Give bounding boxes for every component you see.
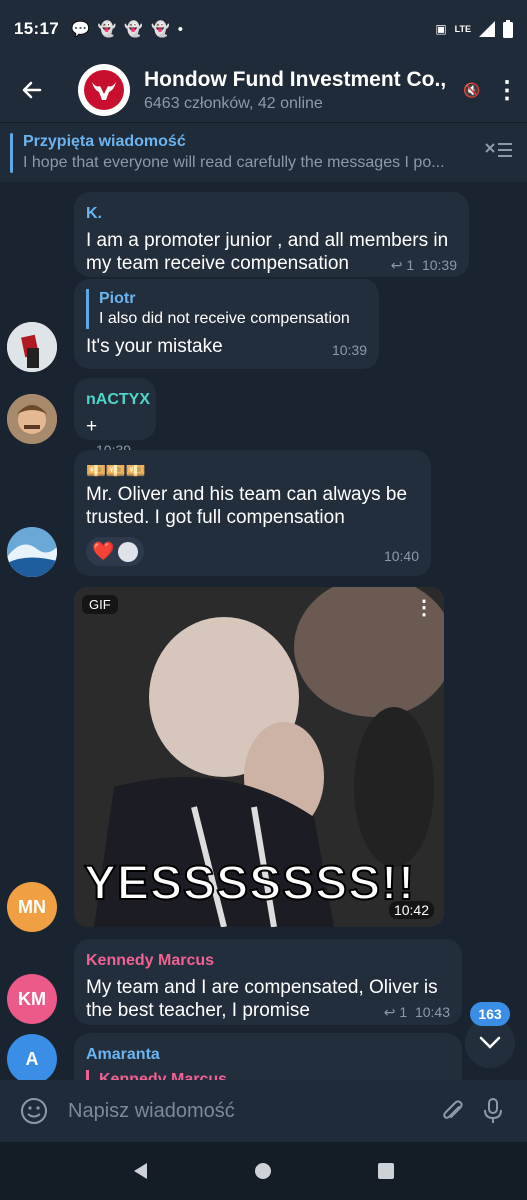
back-arrow-icon[interactable] <box>0 58 64 122</box>
message-bubble[interactable]: K. I am a promoter junior , and all memb… <box>74 192 469 277</box>
message-meta: ↩ 1 10:39 <box>390 257 457 273</box>
pinned-text: Przypięta wiadomość I hope that everyone… <box>23 133 471 172</box>
pinned-title: Przypięta wiadomość <box>23 133 186 150</box>
header-text[interactable]: Hondow Fund Investment Co., 6463 członkó… <box>144 68 457 113</box>
avatar[interactable] <box>7 394 57 444</box>
chat-messages[interactable]: K. I am a promoter junior , and all memb… <box>0 182 527 1080</box>
gif-caption: YESSSSSSS!! <box>83 856 416 911</box>
message-time: 10:39 <box>331 342 367 358</box>
message-text: My team and I are compensated, Oliver is… <box>86 976 450 1022</box>
more-menu-icon[interactable]: ⋮ <box>487 70 527 110</box>
gif-badge: GIF <box>82 595 118 614</box>
message-sender[interactable]: Amaranta <box>86 1043 450 1066</box>
reply-text: I also did not receive compensation <box>99 310 350 327</box>
message-sender[interactable]: nACTYX <box>86 388 150 411</box>
message-text: I am a promoter junior , and all members… <box>86 229 457 275</box>
message-input-bar: Napisz wiadomość <box>0 1080 527 1142</box>
nfc-icon: ▣ <box>435 22 447 36</box>
nav-back-icon[interactable] <box>121 1151 161 1191</box>
chevron-down-icon <box>479 1036 501 1049</box>
avatar[interactable] <box>7 527 57 577</box>
pinned-message[interactable]: Przypięta wiadomość I hope that everyone… <box>0 122 527 182</box>
heart-reaction-icon: ❤️ <box>92 541 115 561</box>
group-avatar[interactable] <box>78 64 130 116</box>
money-emoji: 💴💴💴 <box>86 463 146 480</box>
emoji-icon[interactable] <box>14 1091 54 1131</box>
mute-icon: 🔇 <box>463 81 481 98</box>
group-member-count: 6463 członków, 42 online <box>144 94 323 112</box>
attach-icon[interactable] <box>433 1091 473 1131</box>
reply-quote[interactable]: Piotr I also did not receive compensatio… <box>86 289 367 329</box>
battery-icon <box>503 20 513 38</box>
reply-sender: Piotr <box>99 290 136 307</box>
message-bubble[interactable]: Kennedy Marcus My team and I are compens… <box>74 939 462 1025</box>
reply-sender: Kennedy Marcus <box>99 1071 228 1080</box>
unread-count-badge[interactable]: 163 <box>470 1002 510 1026</box>
notification-icons: 💬 👻 👻 👻 • <box>70 20 183 39</box>
system-nav-bar <box>0 1142 527 1200</box>
message-bubble[interactable]: Piotr I also did not receive compensatio… <box>74 279 379 369</box>
lte-indicator: LTE <box>454 23 471 34</box>
notification-dot: • <box>177 20 183 38</box>
snapchat-icon: 👻 <box>124 21 144 38</box>
system-icons: ▣ LTE <box>435 20 513 38</box>
avatar[interactable]: KM <box>7 974 57 1024</box>
group-title: Hondow Fund Investment Co., <box>144 67 447 91</box>
status-time: 15:17 <box>14 19 59 38</box>
message-bubble[interactable]: 💴💴💴 Mr. Oliver and his team can always b… <box>74 450 431 576</box>
nav-recents-icon[interactable] <box>366 1151 406 1191</box>
signal-icon <box>479 21 495 37</box>
reaction-chip[interactable]: ❤️ <box>86 537 145 566</box>
message-time: 10:42 <box>388 901 434 919</box>
gif-message[interactable]: GIF ⋮ YESSSSSSS!! 10:42 <box>74 587 444 927</box>
bull-logo-icon <box>84 70 124 110</box>
snapchat-icon: 👻 <box>151 21 170 38</box>
message-bubble[interactable]: Amaranta Kennedy Marcus <box>74 1033 462 1080</box>
message-input[interactable]: Napisz wiadomość <box>68 1100 433 1123</box>
message-text: Mr. Oliver and his team can always be tr… <box>86 484 408 528</box>
message-sender[interactable]: Kennedy Marcus <box>86 949 450 972</box>
avatar[interactable]: A <box>7 1034 57 1080</box>
avatar[interactable]: MN <box>7 882 57 932</box>
chat-bubble-icon: 💬 <box>70 21 90 38</box>
avatar[interactable] <box>7 322 57 372</box>
chat-header: Hondow Fund Investment Co., 6463 członkó… <box>0 58 527 122</box>
pinned-accent-bar <box>10 132 13 173</box>
nav-home-icon[interactable] <box>243 1151 283 1191</box>
pinned-list-icon[interactable] <box>471 140 527 165</box>
message-sender[interactable]: K. <box>86 202 457 225</box>
message-meta: ↩ 1 10:43 <box>383 1004 450 1020</box>
reactor-avatar <box>118 541 139 562</box>
microphone-icon[interactable] <box>473 1091 513 1131</box>
reply-quote[interactable]: Kennedy Marcus <box>86 1070 450 1080</box>
snapchat-icon: 👻 <box>97 21 117 38</box>
message-time: 10:40 <box>383 548 419 564</box>
pinned-preview: I hope that everyone will read carefully… <box>23 154 445 171</box>
message-text: It's your mistake 10:39 <box>86 335 367 358</box>
message-bubble[interactable]: nACTYX + 10:39 <box>74 378 156 458</box>
gif-menu-icon[interactable]: ⋮ <box>414 595 434 620</box>
status-bar: 15:17 💬 👻 👻 👻 • ▣ LTE <box>0 0 527 58</box>
